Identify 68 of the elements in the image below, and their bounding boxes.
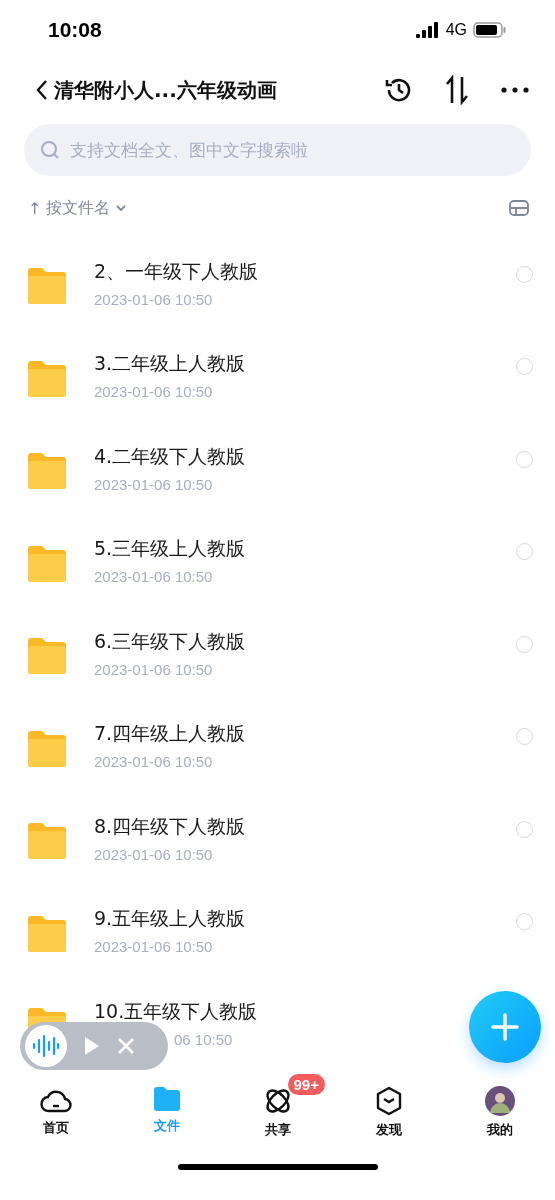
file-name: 6.三年级下人教版: [94, 628, 247, 654]
nav-tab[interactable]: 发现: [333, 1072, 444, 1164]
file-name: 3.二年级上人教版: [94, 351, 247, 377]
file-name: 8.四年级下人教版: [94, 813, 247, 839]
file-row[interactable]: 4.二年级下人教版 2023-01-06 10:50: [0, 425, 555, 518]
select-radio[interactable]: [516, 820, 533, 838]
select-radio[interactable]: [516, 450, 533, 468]
folder-icon: [26, 637, 68, 676]
file-date: 2023-01-06 10:50: [94, 290, 214, 308]
file-name: 5.三年级上人教版: [94, 536, 247, 562]
plus-icon: [491, 1013, 519, 1041]
add-button[interactable]: [469, 991, 541, 1063]
select-radio[interactable]: [516, 543, 533, 561]
folder-icon: [26, 914, 68, 953]
select-radio[interactable]: [516, 358, 533, 376]
file-date: 2023-01-06 10:50: [94, 475, 214, 493]
select-radio[interactable]: [516, 635, 533, 653]
folder-icon: [26, 267, 68, 306]
file-date: 2023-01-06 10:50: [94, 383, 214, 401]
folder-icon: [26, 729, 68, 768]
file-name: 2、一年级下人教版: [94, 258, 260, 284]
nav-tab[interactable]: 我的: [444, 1072, 555, 1164]
search-icon: [40, 140, 60, 160]
close-button[interactable]: [117, 1037, 135, 1055]
file-row[interactable]: 7.四年级上人教版 2023-01-06 10:50: [0, 702, 555, 795]
folder-icon: [26, 452, 68, 491]
file-row[interactable]: 9.五年级上人教版 2023-01-06 10:50: [0, 887, 555, 980]
sort-by-name-button[interactable]: ↑ 按文件名: [28, 197, 128, 219]
file-row[interactable]: 5.三年级上人教版 2023-01-06 10:50: [0, 517, 555, 610]
status-time: 10:08: [48, 18, 102, 42]
network-label: 4G: [445, 21, 467, 39]
notification-badge: 99+: [287, 1074, 325, 1095]
select-radio[interactable]: [516, 728, 533, 746]
file-date: 2023-01-06 10:50: [94, 938, 214, 956]
view-toggle-button[interactable]: [509, 200, 529, 216]
file-date: 2023-01-06 10:50: [94, 660, 214, 678]
chevron-down-icon: [115, 204, 128, 212]
voice-wave-button[interactable]: [25, 1025, 67, 1067]
sound-wave-icon: [32, 1034, 60, 1058]
file-name: 10.五年级下人教版: [94, 998, 259, 1024]
file-row[interactable]: 8.四年级下人教版 2023-01-06 10:50: [0, 795, 555, 888]
select-radio[interactable]: [516, 265, 533, 283]
file-row[interactable]: 3.二年级上人教版 2023-01-06 10:50: [0, 332, 555, 425]
cube-icon: [374, 1086, 403, 1116]
file-row[interactable]: 6.三年级下人教版 2023-01-06 10:50: [0, 610, 555, 703]
file-date: 2023-01-06 10:50: [94, 568, 214, 586]
search-field[interactable]: 支持文档全文、图中文字搜索啦: [68, 139, 515, 161]
folder-icon: [152, 1086, 181, 1112]
nav-tab[interactable]: 首页: [0, 1072, 111, 1164]
folder-icon: [26, 822, 68, 861]
play-button[interactable]: [83, 1035, 101, 1057]
file-row[interactable]: 2、一年级下人教版 2023-01-06 10:50: [0, 240, 555, 333]
folder-icon: [26, 359, 68, 398]
folder-title: 清华附小人...六年级动画: [54, 76, 278, 104]
folder-icon: [26, 544, 68, 583]
battery-icon: [473, 22, 507, 38]
more-icon: [501, 87, 529, 93]
file-name: 4.二年级下人教版: [94, 443, 247, 469]
file-name: 7.四年级上人教版: [94, 721, 247, 747]
file-date: 06 10:50: [174, 1030, 234, 1048]
search-bar[interactable]: 支持文档全文、图中文字搜索啦: [24, 124, 531, 176]
file-date: 2023-01-06 10:50: [94, 753, 214, 771]
avatar-icon: [484, 1086, 515, 1116]
file-name: 9.五年级上人教版: [94, 906, 247, 932]
nav-tab[interactable]: 共享 99+: [222, 1072, 333, 1164]
file-date: 2023-01-06 10:50: [94, 845, 214, 863]
select-radio[interactable]: [516, 913, 533, 931]
signal-icon: [415, 22, 440, 38]
